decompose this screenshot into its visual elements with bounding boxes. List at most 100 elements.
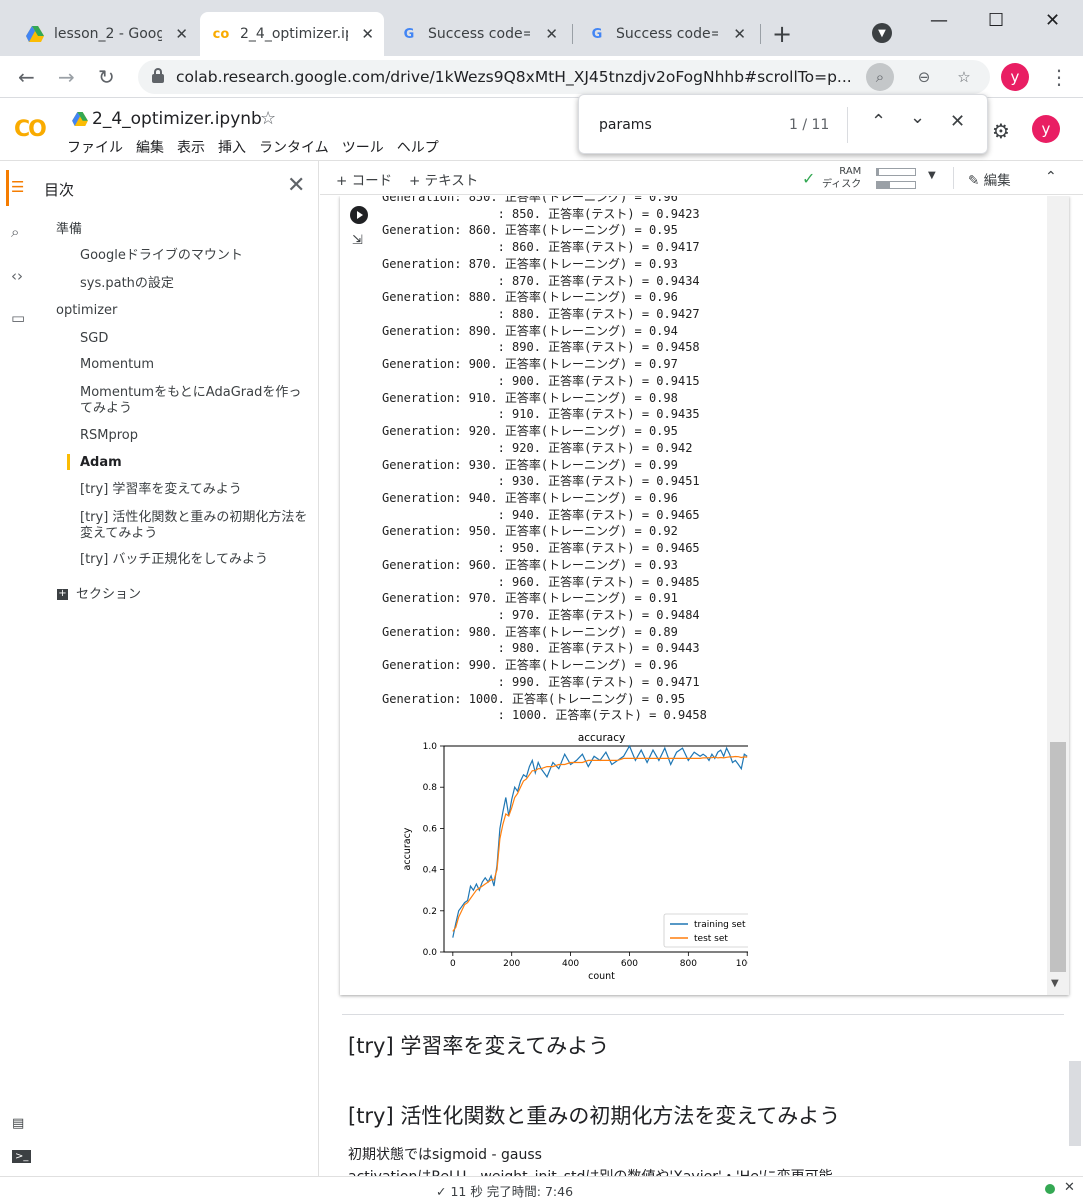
add-section-icon[interactable]: + — [57, 589, 68, 600]
status-text[interactable]: ✓ 11 秒 完了時間: 7:46 — [436, 1181, 573, 1200]
run-cell-button[interactable] — [350, 206, 368, 224]
output-menu-icon[interactable]: ⇲ — [352, 233, 363, 248]
toc-item[interactable]: Momentum — [80, 357, 312, 373]
ram-meter — [876, 168, 916, 176]
zoom-icon[interactable]: ⊖ — [910, 63, 938, 91]
close-icon[interactable]: ✕ — [1064, 1180, 1075, 1195]
gear-icon[interactable]: ⚙ — [992, 119, 1010, 143]
notebook-scrollbar[interactable] — [1069, 1061, 1081, 1146]
toc-item[interactable]: RSMprop — [80, 428, 312, 444]
find-next-icon[interactable]: ⌄ — [910, 107, 925, 128]
legend-label: training set — [694, 920, 746, 930]
output-line: : 880. 正答率(テスト) = 0.9427 — [382, 307, 700, 322]
toc-icon[interactable]: ☰ — [11, 178, 24, 196]
y-tick-label: 0.8 — [423, 783, 438, 793]
output-line: Generation: 980. 正答率(トレーニング) = 0.89 — [382, 624, 678, 639]
window-close-button[interactable]: ✕ — [1045, 10, 1060, 31]
tab-lesson[interactable]: lesson_2 - Goog ✕ — [14, 12, 198, 56]
minimize-button[interactable]: — — [930, 10, 948, 31]
toc-sidebar: 目次 ✕ 準備 Googleドライブのマウント sys.pathの設定 opti… — [40, 161, 319, 1176]
output-line: : 980. 正答率(テスト) = 0.9443 — [382, 641, 700, 656]
close-icon[interactable]: ✕ — [287, 173, 305, 198]
toc-item[interactable]: optimizer — [56, 303, 117, 319]
toc-item[interactable]: [try] バッチ正規化をしてみよう — [80, 552, 312, 568]
output-line: Generation: 930. 正答率(トレーニング) = 0.99 — [382, 457, 678, 472]
edit-button[interactable]: ✎ 編集 — [968, 169, 1011, 189]
toc-item[interactable]: 準備 — [56, 222, 82, 238]
close-icon[interactable]: ✕ — [175, 25, 188, 43]
menu-file[interactable]: ファイル — [67, 137, 123, 157]
close-icon[interactable]: ✕ — [361, 25, 374, 43]
x-tick-label: 200 — [503, 959, 520, 969]
close-icon[interactable]: ✕ — [733, 25, 746, 43]
notebook-content: ⇲ Generation: 850. 正答率(トレーニング) = 0.96 : … — [320, 196, 1083, 1176]
tab-strip: lesson_2 - Goog ✕ co 2_4_optimizer.ip ✕ … — [0, 0, 1083, 56]
scroll-down-icon[interactable]: ▼ — [1051, 978, 1059, 989]
omnibox[interactable]: colab.research.google.com/drive/1kWezs9Q… — [138, 60, 990, 94]
cell-output: Generation: 850. 正答率(トレーニング) = 0.96 : 85… — [382, 196, 1042, 724]
toc-item-active[interactable]: Adam — [80, 455, 312, 471]
resource-labels[interactable]: RAM ディスク — [822, 165, 861, 191]
output-scrollbar-thumb[interactable] — [1050, 742, 1066, 972]
menu-insert[interactable]: 挿入 — [218, 137, 246, 157]
output-line: : 940. 正答率(テスト) = 0.9465 — [382, 507, 700, 522]
menu-tools[interactable]: ツール — [342, 137, 384, 157]
toc-section-button[interactable]: セクション — [76, 587, 141, 603]
tab-search-icon[interactable]: ▼ — [872, 23, 892, 43]
add-code-button[interactable]: + コード — [336, 169, 392, 189]
new-tab-button[interactable]: + — [772, 20, 792, 48]
output-line: Generation: 960. 正答率(トレーニング) = 0.93 — [382, 557, 678, 572]
find-input[interactable]: params — [599, 117, 652, 133]
folder-icon[interactable]: ▭ — [11, 309, 25, 327]
tab-title: Success code=4 — [616, 26, 718, 42]
chevron-down-icon[interactable]: ▼ — [928, 170, 936, 181]
code-cell[interactable]: ⇲ Generation: 850. 正答率(トレーニング) = 0.96 : … — [340, 196, 1069, 995]
disk-meter — [876, 181, 916, 189]
reload-icon[interactable]: ↻ — [98, 65, 115, 89]
url-text[interactable]: colab.research.google.com/drive/1kWezs9Q… — [176, 68, 866, 86]
output-line: : 930. 正答率(テスト) = 0.9451 — [382, 474, 700, 489]
profile-avatar[interactable]: y — [1001, 63, 1029, 91]
x-tick-label: 0 — [450, 959, 456, 969]
toc-item[interactable]: sys.pathの設定 — [80, 276, 312, 292]
code-snippets-icon[interactable]: ‹› — [11, 267, 23, 285]
toc-item[interactable]: SGD — [80, 331, 312, 347]
toc-item[interactable]: [try] 学習率を変えてみよう — [80, 482, 312, 498]
menu-view[interactable]: 表示 — [177, 137, 205, 157]
chart-legend: training set test set — [663, 913, 748, 948]
browser-menu-icon[interactable]: ⋮ — [1049, 65, 1069, 89]
search-icon[interactable]: ⌕ — [11, 223, 19, 241]
y-tick-label: 0.0 — [423, 948, 438, 958]
menu-runtime[interactable]: ランタイム — [259, 137, 329, 157]
y-tick-label: 1.0 — [423, 742, 438, 752]
menu-edit[interactable]: 編集 — [136, 137, 164, 157]
colab-logo[interactable]: CO — [14, 117, 47, 142]
find-close-icon[interactable]: ✕ — [950, 111, 965, 132]
back-icon[interactable]: ← — [18, 65, 35, 89]
bookmark-star-icon[interactable]: ☆ — [950, 63, 978, 91]
toc-item[interactable]: [try] 活性化関数と重みの初期化方法を変えてみよう — [80, 510, 312, 542]
tab-colab[interactable]: co 2_4_optimizer.ip ✕ — [200, 12, 384, 56]
toc-item[interactable]: Googleドライブのマウント — [80, 248, 312, 264]
legend-label: test set — [694, 934, 728, 944]
colab-avatar[interactable]: y — [1032, 115, 1060, 143]
command-palette-icon[interactable]: ▤ — [12, 1116, 24, 1131]
output-line: : 920. 正答率(テスト) = 0.942 — [382, 440, 693, 455]
menu-help[interactable]: ヘルプ — [397, 137, 439, 157]
markdown-heading: [try] 学習率を変えてみよう — [348, 1034, 610, 1058]
close-icon[interactable]: ✕ — [545, 25, 558, 43]
find-in-page-icon[interactable]: ⌕ — [866, 63, 894, 91]
tab-separator — [572, 24, 573, 44]
add-text-button[interactable]: + テキスト — [409, 169, 478, 189]
toc-item[interactable]: MomentumをもとにAdaGradを作ってみよう — [80, 385, 312, 417]
tab-success-1[interactable]: G Success code=4 ✕ — [388, 12, 568, 56]
find-prev-icon[interactable]: ⌃ — [871, 111, 886, 132]
tab-success-2[interactable]: G Success code=4 ✕ — [576, 12, 756, 56]
forward-icon[interactable]: → — [58, 65, 75, 89]
maximize-button[interactable]: ☐ — [988, 10, 1004, 31]
star-icon[interactable]: ☆ — [260, 108, 276, 129]
notebook-title[interactable]: 2_4_optimizer.ipynb — [92, 109, 262, 129]
terminal-icon[interactable]: >_ — [12, 1150, 32, 1163]
tab-title: Success code=4 — [428, 26, 530, 42]
collapse-header-icon[interactable]: ⌃ — [1045, 169, 1057, 185]
